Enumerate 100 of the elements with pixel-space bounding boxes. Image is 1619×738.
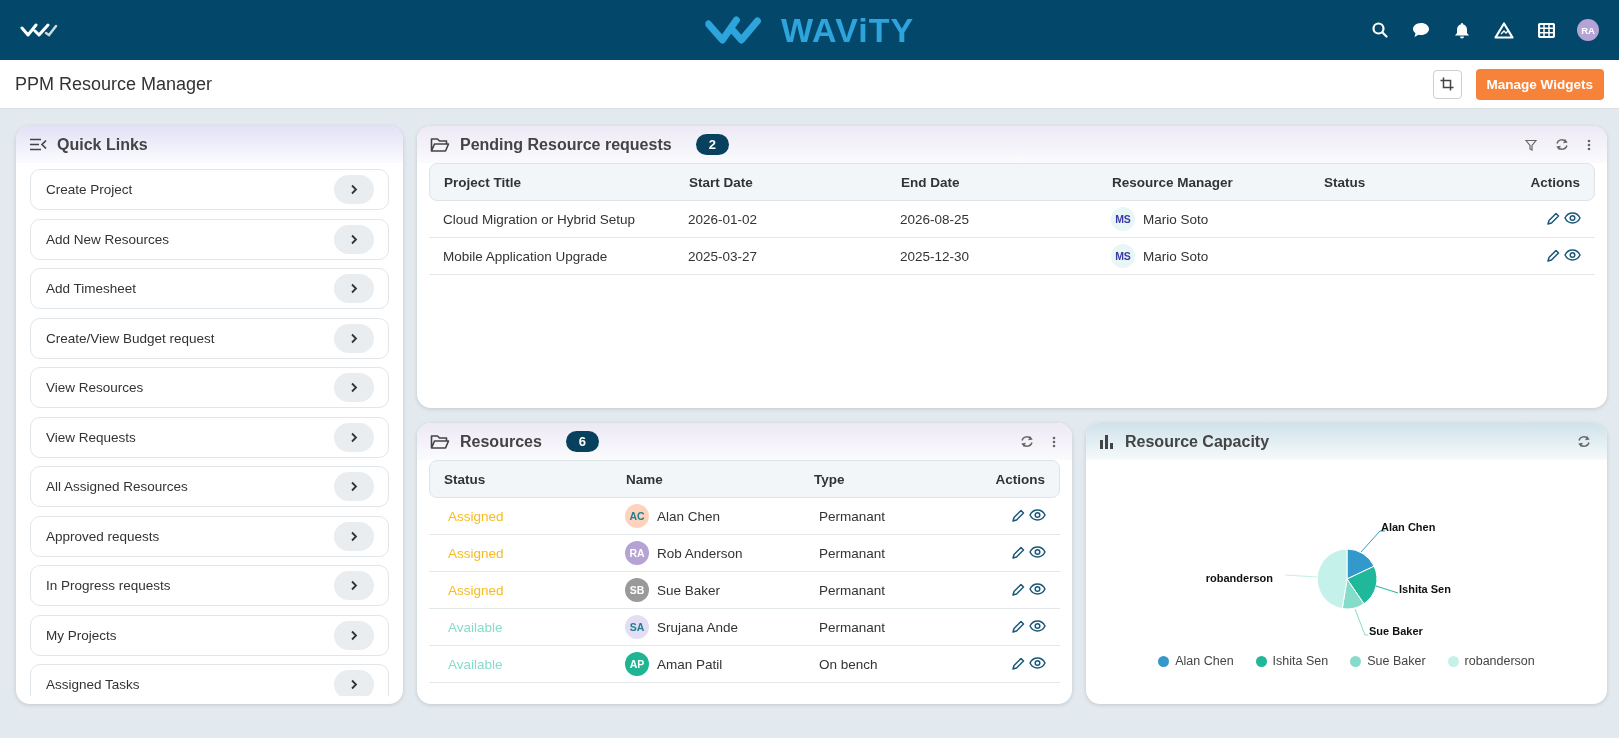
quick-link[interactable]: In Progress requests — [30, 565, 389, 606]
view-icon — [1029, 546, 1046, 558]
quick-link[interactable]: View Requests — [30, 416, 389, 458]
chevron-right-icon — [334, 373, 374, 402]
card-title: Resource Capacity — [1125, 432, 1270, 451]
quick-link[interactable]: Create Project — [30, 169, 389, 210]
legend-label[interactable]: Ishita Sen — [1272, 654, 1329, 668]
edit-button[interactable] — [1011, 546, 1025, 560]
edit-button[interactable] — [1546, 249, 1560, 263]
leader-line — [1360, 530, 1385, 553]
bar-chart-icon — [1099, 434, 1115, 449]
search-button[interactable] — [1372, 22, 1388, 38]
view-button[interactable] — [1029, 657, 1046, 671]
table-cell-text: 2026-08-25 — [899, 211, 971, 227]
edit-icon — [1546, 212, 1560, 226]
collapse-menu-icon[interactable] — [29, 138, 47, 151]
table-cell-text: Permanant — [818, 619, 887, 635]
leader-line — [1284, 574, 1317, 578]
table-cell: Rob Anderson — [657, 545, 743, 561]
legend-label[interactable]: Sue Baker — [1367, 654, 1426, 668]
notifications-button[interactable] — [1454, 21, 1470, 39]
column-header: Actions — [994, 471, 1046, 487]
column-header: Status — [1323, 174, 1367, 190]
table-cell: Srujana Ande — [657, 619, 739, 635]
table-cell-text: Permanant — [818, 582, 887, 598]
legend-label[interactable]: Alan Chen — [1175, 654, 1234, 668]
grid-icon — [1538, 22, 1555, 38]
column-header: Resource Manager — [1111, 174, 1234, 190]
edit-icon — [1011, 657, 1025, 671]
view-icon — [1029, 657, 1046, 669]
view-button[interactable] — [1564, 212, 1581, 226]
table-cell-text: 2025-12-30 — [899, 248, 971, 264]
avatar: AC — [625, 504, 649, 528]
card-title: Resources — [460, 432, 542, 451]
chat-bubble-icon — [1412, 22, 1430, 38]
grid-button[interactable] — [1538, 22, 1555, 38]
quick-link[interactable]: All Assigned Resources — [30, 466, 389, 507]
avatar: MS — [1111, 207, 1135, 231]
chevron-right-icon — [334, 620, 374, 650]
chevron-right-icon — [334, 571, 374, 600]
column-header: Status — [443, 471, 487, 487]
edit-icon — [1011, 546, 1025, 560]
search-icon — [1372, 22, 1388, 38]
edit-button[interactable] — [1011, 657, 1025, 671]
chevron-right-icon — [334, 670, 374, 696]
chevron-right-icon — [334, 323, 374, 353]
table-cell-text: On bench — [818, 656, 879, 672]
avatar: RA — [625, 541, 649, 565]
quick-link[interactable]: Approved requests — [30, 515, 389, 557]
table-cell: Alan Chen — [657, 508, 721, 524]
edit-button[interactable] — [1011, 509, 1025, 523]
legend-label[interactable]: robanderson — [1464, 654, 1535, 668]
chevron-right-icon — [334, 224, 374, 254]
quick-link[interactable]: Create/View Budget request — [30, 317, 389, 359]
leader-line — [1354, 608, 1368, 636]
quick-link[interactable]: View Resources — [30, 367, 389, 408]
view-button[interactable] — [1029, 546, 1046, 560]
view-button[interactable] — [1029, 620, 1046, 634]
view-icon — [1564, 249, 1581, 261]
logo-text: WAViTY — [780, 11, 915, 50]
edit-button[interactable] — [1011, 620, 1025, 634]
table-cell-text: 2026-01-02 — [687, 211, 759, 227]
view-icon — [1029, 620, 1046, 632]
view-button[interactable] — [1029, 509, 1046, 523]
table-cell-text: Mobile Application Upgrade — [442, 248, 609, 264]
edit-button[interactable] — [1546, 212, 1560, 226]
crop-button[interactable] — [1432, 69, 1462, 99]
folder-icon — [430, 136, 450, 153]
chevron-right-icon — [334, 521, 374, 551]
quick-link[interactable]: Assigned Tasks — [30, 664, 389, 696]
slice-label: robanderson — [1205, 572, 1273, 584]
quick-link[interactable]: My Projects — [30, 614, 389, 656]
filter-icon — [1525, 138, 1537, 151]
view-button[interactable] — [1029, 583, 1046, 597]
quick-link[interactable]: Add Timesheet — [30, 268, 389, 309]
chevron-right-icon — [334, 422, 374, 452]
page-title: PPM Resource Manager — [15, 73, 213, 95]
view-icon — [1029, 509, 1046, 521]
edit-icon — [1546, 249, 1560, 263]
chat-button[interactable] — [1412, 22, 1430, 38]
column-header: Actions — [1529, 174, 1581, 190]
more-options-icon — [1052, 435, 1056, 448]
view-icon — [1029, 583, 1046, 595]
column-header: Project Title — [443, 174, 523, 190]
chevron-right-icon — [334, 175, 374, 204]
quick-link[interactable]: Add New Resources — [30, 218, 389, 260]
avatar: AP — [625, 652, 649, 676]
count-badge: 6 — [565, 431, 600, 452]
count-badge: 2 — [695, 134, 729, 155]
edit-button[interactable] — [1011, 583, 1025, 597]
folder-icon — [430, 433, 450, 450]
chevron-right-icon — [334, 472, 374, 501]
table-cell-text: Permanant — [818, 545, 887, 561]
table-cell: Aman Patil — [657, 656, 723, 672]
crop-icon — [1440, 77, 1455, 91]
chevron-right-icon — [334, 274, 374, 303]
checkmarks-logo[interactable] — [20, 22, 58, 38]
table-cell-text: 2025-03-27 — [687, 248, 759, 264]
view-button[interactable] — [1564, 249, 1581, 263]
card-title: Quick Links — [57, 135, 148, 154]
